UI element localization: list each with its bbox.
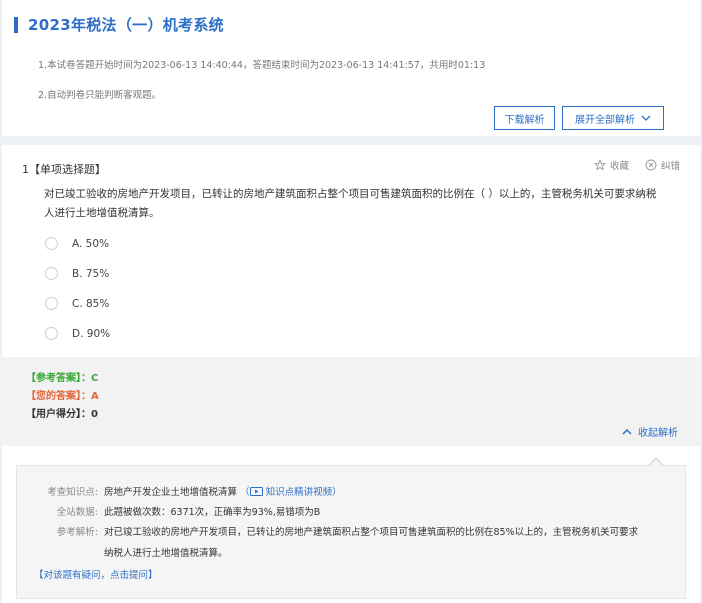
expand-all-label: 展开全部解析 (575, 114, 635, 126)
download-analysis-button[interactable]: 下载解析 (494, 106, 555, 130)
exam-time-info: 1.本试卷答题开始时间为2023-06-13 14:40:44，答题结束时间为2… (38, 60, 486, 71)
option-a[interactable]: A. 50% (45, 237, 109, 250)
option-b[interactable]: B. 75% (45, 267, 109, 280)
ask-question-link[interactable]: 【对该题有疑问，点击提问】 (34, 567, 158, 581)
report-error-button[interactable]: 纠错 (645, 158, 680, 172)
option-c[interactable]: C. 85% (45, 297, 109, 310)
knowledge-point-row: 房地产开发企业土地增值税清算 （ 知识点精讲视频） (104, 484, 342, 498)
collapse-analysis-label: 收起解析 (638, 428, 678, 439)
site-stats-value: 此题被做次数：6371次，正确率为93%,易错项为B (104, 507, 321, 518)
option-d-label: D. 90% (72, 327, 111, 340)
video-link[interactable]: （ 知识点精讲视频） (240, 487, 342, 498)
site-stats-label: 全站数据: (56, 507, 98, 518)
radio-b[interactable] (45, 267, 58, 280)
collapse-analysis-button[interactable]: 收起解析 (622, 424, 678, 439)
auto-grade-note: 2.自动判卷只能判断客观题。 (38, 90, 162, 101)
title-accent-bar (14, 17, 18, 33)
favorite-label: 收藏 (610, 161, 630, 172)
radio-d[interactable] (45, 327, 58, 340)
answer-summary-box (2, 357, 700, 446)
analysis-pointer-fill (649, 459, 663, 466)
reference-answer: 【参考答案】：C (26, 373, 99, 384)
chevron-up-icon (622, 428, 632, 435)
chevron-down-icon (641, 115, 651, 121)
video-link-label: 知识点精讲视频 (265, 487, 333, 498)
option-d[interactable]: D. 90% (45, 327, 110, 340)
star-icon (594, 159, 606, 171)
option-c-label: C. 85% (72, 297, 110, 310)
close-circle-icon (645, 159, 657, 171)
question-text: 对已竣工验收的房地产开发项目，已转让的房地产建筑面积占整个项目可售建筑面积的比例… (44, 188, 657, 219)
your-answer: 【您的答案】：A (26, 391, 99, 402)
question-number-type: 1【单项选择题】 (22, 163, 106, 176)
favorite-button[interactable]: 收藏 (594, 158, 629, 172)
video-icon (249, 487, 263, 496)
report-error-label: 纠错 (661, 161, 681, 172)
expand-all-analysis-button[interactable]: 展开全部解析 (562, 106, 664, 130)
option-a-label: A. 50% (72, 237, 110, 250)
radio-a[interactable] (45, 237, 58, 250)
option-b-label: B. 75% (72, 267, 110, 280)
knowledge-point-value: 房地产开发企业土地增值税清算 (104, 487, 238, 498)
reference-analysis-line2: 纳税人进行土地增值税清算。 (104, 548, 228, 559)
reference-analysis-label: 参考解析: (56, 527, 98, 538)
radio-c[interactable] (45, 297, 58, 310)
page-title: 2023年税法（一）机考系统 (28, 16, 224, 34)
knowledge-point-label: 考查知识点: (47, 487, 98, 498)
user-score: 【用户得分】：0 (26, 409, 98, 420)
reference-analysis-line1: 对已竣工验收的房地产开发项目，已转让的房地产建筑面积占整个项目可售建筑面积的比例… (104, 527, 639, 538)
